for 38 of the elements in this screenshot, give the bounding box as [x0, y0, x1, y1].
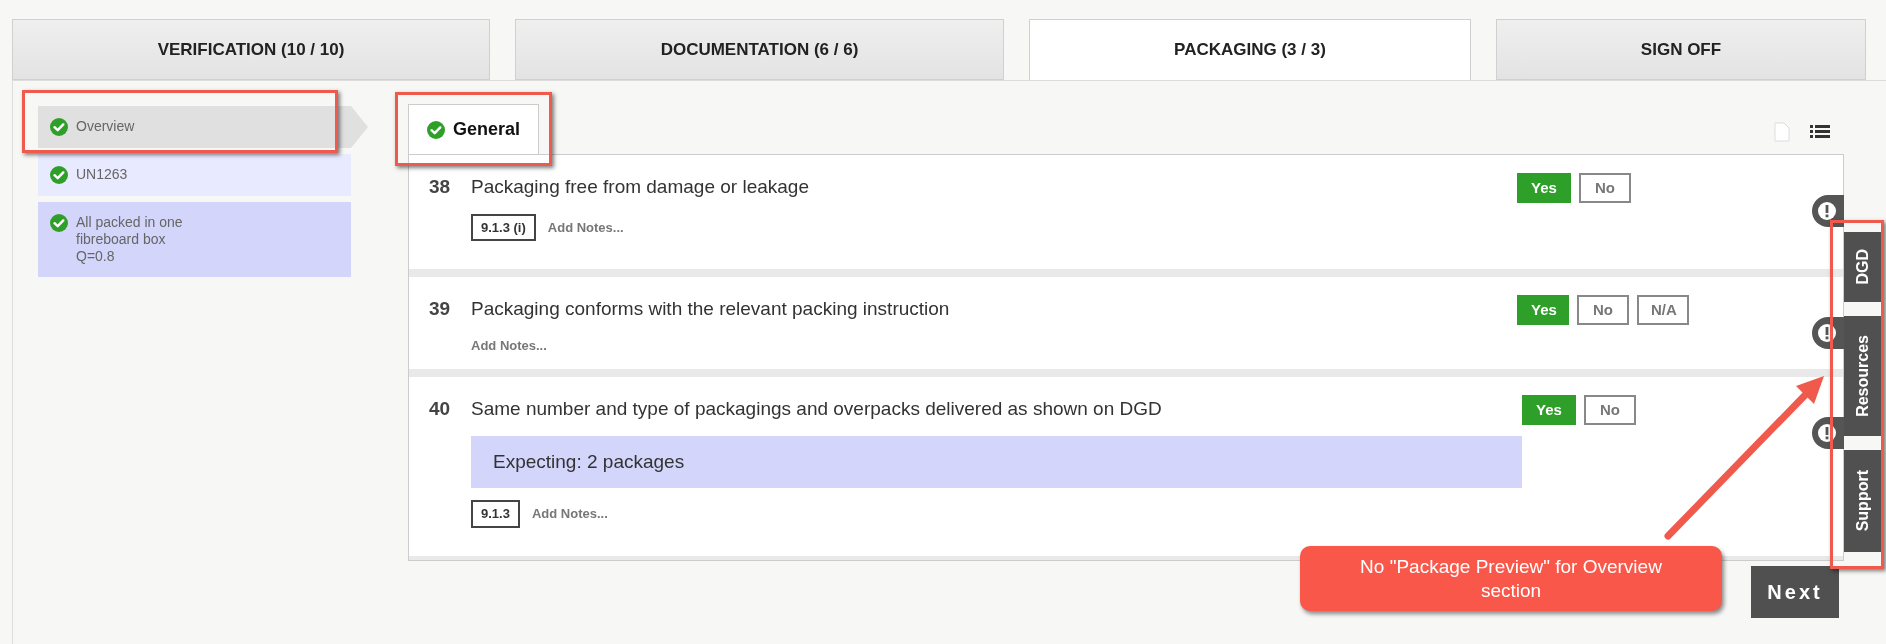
step-tab[interactable]: PACKAGING (3 / 3) [1029, 19, 1471, 80]
alert-icon[interactable] [1812, 195, 1844, 227]
side-tab[interactable]: Support [1844, 450, 1882, 552]
add-notes-link[interactable]: Add Notes... [531, 504, 608, 524]
answer-option[interactable]: Yes [1517, 295, 1569, 325]
alert-icon[interactable] [1812, 317, 1844, 349]
question-number: 40 [429, 397, 452, 421]
section-tab[interactable]: General [408, 104, 540, 154]
side-tab[interactable]: DGD [1844, 232, 1882, 302]
expectation-banner: Expecting: 2 packages [471, 435, 1522, 488]
answer-option[interactable]: Yes [1517, 173, 1571, 203]
side-tab[interactable]: Resources [1844, 316, 1882, 436]
sidebar-item[interactable]: UN1263 [38, 154, 351, 196]
step-tab[interactable]: DOCUMENTATION (6 / 6) [515, 19, 1004, 80]
add-notes-link[interactable]: Add Notes... [547, 217, 624, 237]
alert-icon[interactable] [1812, 417, 1844, 449]
question-text: Packaging free from damage or leakage [471, 175, 810, 199]
next-button[interactable]: Next [1751, 565, 1839, 618]
add-notes-link[interactable]: Add Notes... [471, 335, 547, 355]
annotation-callout: No "Package Preview" for Overview section [1300, 546, 1722, 611]
question-text: Packaging conforms with the relevant packing instruction [471, 297, 951, 321]
list-icon[interactable] [1810, 124, 1830, 140]
sidebar-item-label: Overview [76, 118, 135, 135]
reference-tag[interactable]: 9.1.3 (i) [471, 213, 536, 241]
sidebar-item-label: All packed in one fibreboard box Q=0.8 [76, 214, 183, 265]
answer-option[interactable]: No [1583, 395, 1636, 425]
question-text: Same number and type of packagings and overpacks delivered as shown on DGD [471, 397, 1163, 421]
reference-tag[interactable]: 9.1.3 [471, 500, 520, 528]
sidebar-item[interactable]: All packed in one fibreboard box Q=0.8 [38, 202, 351, 277]
sidebar-item-label: UN1263 [76, 166, 128, 183]
answer-option[interactable]: Yes [1522, 395, 1576, 425]
answer-option[interactable]: No [1577, 295, 1629, 325]
step-tab[interactable]: VERIFICATION (10 / 10) [12, 19, 490, 80]
question-number: 38 [429, 175, 452, 199]
answer-option[interactable]: No [1578, 173, 1631, 203]
step-tab[interactable]: SIGN OFF [1496, 19, 1866, 80]
question-number: 39 [429, 297, 452, 321]
answer-option[interactable]: N/A [1637, 295, 1689, 325]
